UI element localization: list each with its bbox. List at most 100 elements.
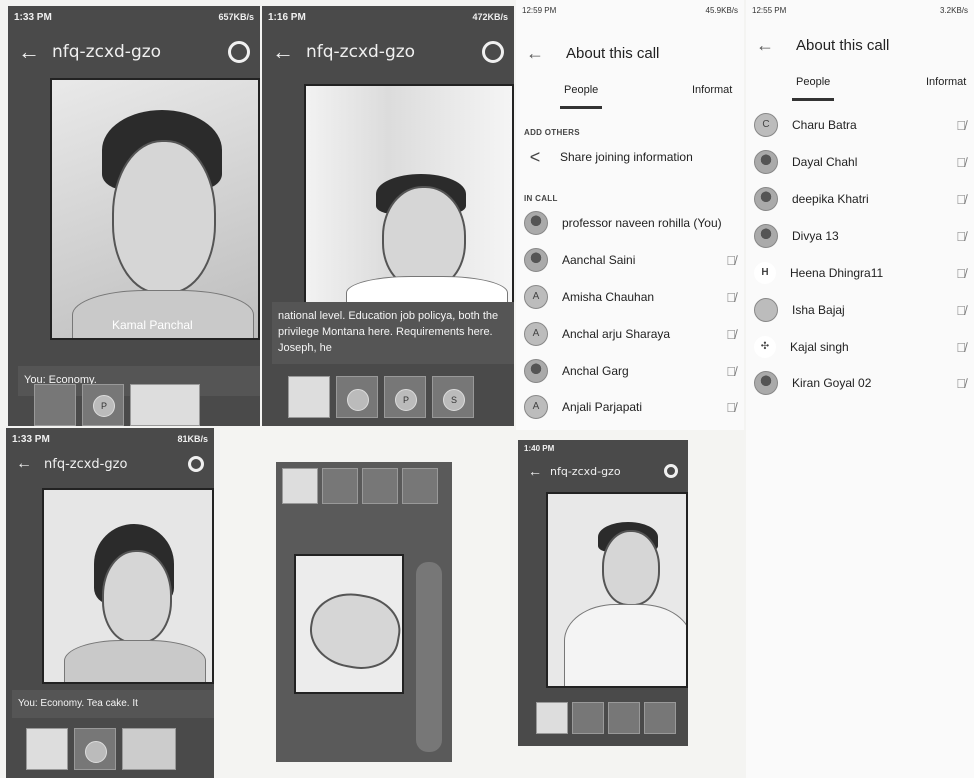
status-time: 1:33 PM [14,11,52,23]
switch-camera-icon[interactable] [228,41,250,63]
participant-name: professor naveen rohilla (You) [562,216,722,230]
mic-off-icon: 🎙̸ [726,289,736,305]
arrow-back-icon[interactable]: ← [756,35,774,56]
mic-off-icon: 🎙̸ [956,117,966,133]
thumbnail[interactable] [362,468,398,504]
thumbnail[interactable] [572,702,604,734]
mic-off-icon: 🎙̸ [956,154,966,170]
avatar [347,389,369,411]
thumbnail[interactable] [74,728,116,770]
main-video-tile[interactable] [294,554,404,694]
thumbnail-strip [536,702,676,734]
thumbnail[interactable] [282,468,318,504]
arrow-back-icon[interactable]: ← [16,455,32,473]
switch-camera-icon[interactable] [482,41,504,63]
arrow-back-icon[interactable]: ← [18,39,40,65]
participant-row[interactable]: H Heena Dhingra11 🎙̸ [754,256,966,290]
participant-face [112,140,216,294]
call-screen-4: 1:40 PM ← nfq-zcxd-gzo [518,440,688,746]
tab-information[interactable]: Informat [692,84,732,96]
mic-off-icon: 🎙̸ [726,399,736,415]
avatar [754,298,778,322]
participant-face [304,586,402,676]
thumbnail[interactable] [26,728,68,770]
participant-name: Isha Bajaj [792,303,845,317]
mic-off-icon: 🎙̸ [956,302,966,318]
caption-bar: You: Economy. Tea cake. It [12,690,214,718]
main-video-tile[interactable]: Kamal Panchal [50,78,260,340]
participant-row[interactable]: Isha Bajaj 🎙̸ [754,293,966,327]
participant-name: Amisha Chauhan [562,290,655,304]
meeting-code[interactable]: nfq-zcxd-gzo [306,42,415,62]
thumbnail[interactable] [288,376,330,418]
participant-name: Charu Batra [792,118,857,132]
participant-row[interactable]: Anchal Garg 🎙̸ [524,354,736,388]
tab-people[interactable]: People [791,76,835,101]
thumbnail[interactable] [122,728,176,770]
avatar [754,187,778,211]
meeting-code[interactable]: nfq-zcxd-gzo [550,465,621,478]
participant-name: Dayal Chahl [792,155,858,169]
tab-bar: People Informat [516,78,744,109]
participant-name: Heena Dhingra11 [790,266,884,280]
arrow-back-icon[interactable]: ← [526,43,544,64]
avatar: A [524,285,548,309]
participant-row[interactable]: Dayal Chahl 🎙̸ [754,145,966,179]
status-speed: 3.2KB/s [939,5,968,15]
status-time: 1:16 PM [268,11,306,23]
switch-camera-icon[interactable] [188,456,204,472]
participant-row[interactable]: C Charu Batra 🎙̸ [754,108,966,142]
share-label: Share joining information [560,150,693,164]
app-bar: ← nfq-zcxd-gzo [6,448,214,480]
main-video-tile[interactable] [546,492,688,688]
thumbnail[interactable]: S [432,376,474,418]
thumbnail[interactable] [322,468,358,504]
participant-body [564,604,686,686]
arrow-back-icon[interactable]: ← [528,463,542,479]
avatar: ✣ [754,336,776,358]
thumbnail[interactable]: P [384,376,426,418]
participant-row[interactable]: Kiran Goyal 02 🎙̸ [754,366,966,400]
thumbnail[interactable] [130,384,200,426]
mic-off-icon: 🎙̸ [726,363,736,379]
participant-row[interactable]: A Amisha Chauhan 🎙̸ [524,280,736,314]
thumbnail[interactable] [34,384,76,426]
avatar: P [93,395,115,417]
avatar: C [754,113,778,137]
page-title: About this call [796,36,890,54]
main-video-tile[interactable] [42,488,214,684]
meeting-code[interactable]: nfq-zcxd-gzo [52,42,161,62]
avatar [524,211,548,235]
thumbnail[interactable] [336,376,378,418]
avatar: A [524,322,548,346]
thumbnail[interactable] [402,468,438,504]
share-joining-info[interactable]: < Share joining information [524,140,736,174]
participant-row[interactable]: A Anchal arju Sharaya 🎙̸ [524,317,736,351]
participant-body [72,290,254,338]
arrow-back-icon[interactable]: ← [272,39,294,65]
meeting-code[interactable]: nfq-zcxd-gzo [44,457,127,472]
tab-people[interactable]: People [559,84,603,109]
mic-off-icon: 🎙̸ [726,326,736,342]
tab-information[interactable]: Informat [926,76,966,88]
avatar: H [754,262,776,284]
thumbnail[interactable] [608,702,640,734]
main-video-tile[interactable] [304,84,514,304]
thumbnail[interactable]: P [82,384,124,426]
participant-row[interactable]: A Anjali Parjapati 🎙̸ [524,390,736,424]
participant-row[interactable]: ✣ Kajal singh 🎙̸ [754,330,966,364]
participant-row[interactable]: Divya 13 🎙̸ [754,219,966,253]
thumbnail[interactable] [536,702,568,734]
switch-camera-icon[interactable] [664,464,678,478]
participant-row[interactable]: professor naveen rohilla (You) [524,206,736,240]
status-bar: 1:16 PM 472KB/s [262,6,514,28]
thumbnail[interactable] [644,702,676,734]
avatar [754,150,778,174]
participant-row[interactable]: Aanchal Saini 🎙̸ [524,243,736,277]
participant-name: Aanchal Saini [562,253,636,267]
participant-row[interactable]: deepika Khatri 🎙̸ [754,182,966,216]
status-time: 1:40 PM [524,443,555,453]
caption-text: You: Economy. Tea cake. It [18,698,138,709]
about-call-screen-2: 12:55 PM 3.2KB/s ← About this call People… [746,0,974,778]
avatar [524,359,548,383]
